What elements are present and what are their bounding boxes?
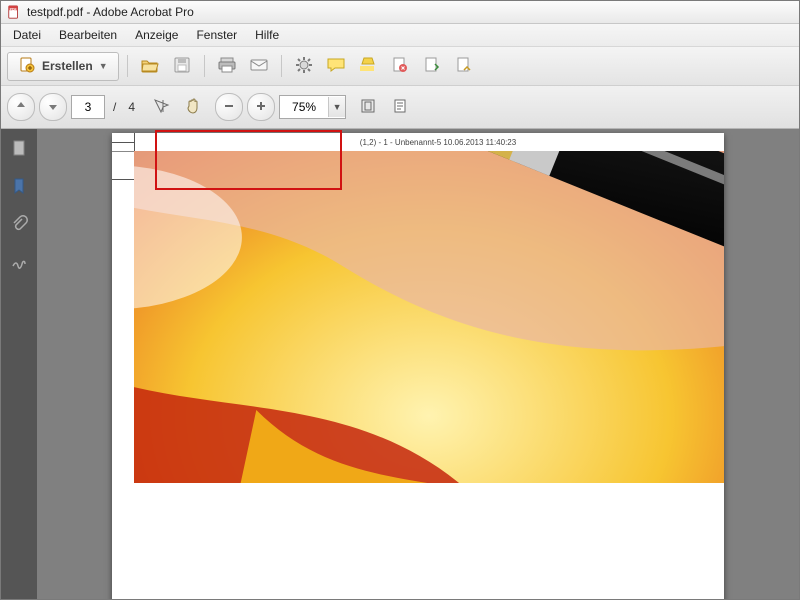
comment-button[interactable] — [322, 52, 350, 80]
arrow-up-icon — [14, 99, 28, 116]
printer-icon — [217, 56, 237, 77]
zoom-in-button[interactable] — [247, 93, 275, 121]
fit-button[interactable] — [354, 93, 382, 121]
floppy-icon — [173, 56, 191, 77]
page-arrow-icon — [423, 56, 441, 77]
page-plus-icon — [18, 56, 36, 77]
title-bar: PDF testpdf.pdf - Adobe Acrobat Pro — [1, 1, 799, 24]
minus-icon — [223, 100, 235, 115]
navigation-toolbar: / 4 ▼ — [1, 86, 799, 129]
delete-page-button[interactable] — [386, 52, 414, 80]
document-viewer[interactable]: (1,2) - 1 - Unbenannt-5 10.06.2013 11:40… — [37, 129, 799, 599]
signature-icon — [10, 253, 28, 274]
page-separator: / — [109, 100, 120, 114]
menu-anzeige[interactable]: Anzeige — [127, 26, 186, 44]
open-button[interactable] — [136, 52, 164, 80]
hand-icon — [184, 97, 202, 118]
table-cell — [112, 152, 135, 180]
side-bookmarks-button[interactable] — [7, 175, 31, 199]
annotation-highlight-box — [155, 130, 342, 190]
folder-open-icon — [140, 56, 160, 77]
menu-bearbeiten[interactable]: Bearbeiten — [51, 26, 125, 44]
zoom-out-button[interactable] — [215, 93, 243, 121]
side-signatures-button[interactable] — [7, 251, 31, 275]
envelope-icon — [249, 57, 269, 76]
speech-icon — [326, 56, 346, 77]
chevron-down-icon[interactable]: ▼ — [328, 97, 345, 117]
plus-icon — [255, 100, 267, 115]
select-tool-button[interactable] — [147, 93, 175, 121]
nav-pane — [1, 129, 37, 599]
prev-page-button[interactable] — [7, 93, 35, 121]
menu-hilfe[interactable]: Hilfe — [247, 26, 287, 44]
svg-text:PDF: PDF — [10, 7, 18, 11]
menu-datei[interactable]: Datei — [5, 26, 49, 44]
create-label: Erstellen — [42, 59, 93, 73]
side-pages-button[interactable] — [7, 137, 31, 161]
settings-button[interactable] — [290, 52, 318, 80]
print-button[interactable] — [213, 52, 241, 80]
view-icon — [391, 97, 409, 118]
app-window: PDF testpdf.pdf - Adobe Acrobat Pro Date… — [0, 0, 800, 600]
chevron-down-icon: ▼ — [99, 61, 108, 71]
text-cursor-icon — [152, 97, 170, 118]
page-x-icon — [391, 56, 409, 77]
separator — [204, 55, 205, 77]
page-bottom-margin — [112, 483, 724, 599]
page-header-text: (1,2) - 1 - Unbenannt-5 10.06.2013 11:40… — [360, 138, 516, 147]
fit-icon — [359, 97, 377, 118]
main-toolbar: Erstellen ▼ — [1, 47, 799, 86]
page-icon — [10, 139, 28, 160]
insert-page-button[interactable] — [418, 52, 446, 80]
header-cells — [112, 133, 135, 151]
extract-page-button[interactable] — [450, 52, 478, 80]
zoom-combo[interactable]: ▼ — [279, 95, 346, 119]
zoom-input[interactable] — [280, 99, 328, 115]
side-attachments-button[interactable] — [7, 213, 31, 237]
page-number-input[interactable] — [71, 95, 105, 119]
pdf-page: (1,2) - 1 - Unbenannt-5 10.06.2013 11:40… — [112, 133, 724, 599]
highlight-button[interactable] — [354, 52, 382, 80]
content-area: (1,2) - 1 - Unbenannt-5 10.06.2013 11:40… — [1, 129, 799, 599]
page-out-icon — [455, 56, 473, 77]
paperclip-icon — [10, 215, 28, 236]
page-total: 4 — [124, 100, 139, 114]
window-title: testpdf.pdf - Adobe Acrobat Pro — [27, 5, 194, 19]
email-button[interactable] — [245, 52, 273, 80]
gear-icon — [295, 56, 313, 77]
hand-tool-button[interactable] — [179, 93, 207, 121]
separator — [127, 55, 128, 77]
bookmark-icon — [10, 177, 28, 198]
create-button[interactable]: Erstellen ▼ — [7, 52, 119, 81]
separator — [281, 55, 282, 77]
next-page-button[interactable] — [39, 93, 67, 121]
arrow-down-icon — [46, 99, 60, 116]
marker-icon — [358, 56, 378, 77]
view-button[interactable] — [386, 93, 414, 121]
pdf-app-icon: PDF — [7, 5, 21, 19]
menu-bar: Datei Bearbeiten Anzeige Fenster Hilfe — [1, 24, 799, 47]
menu-fenster[interactable]: Fenster — [188, 26, 245, 44]
save-button[interactable] — [168, 52, 196, 80]
